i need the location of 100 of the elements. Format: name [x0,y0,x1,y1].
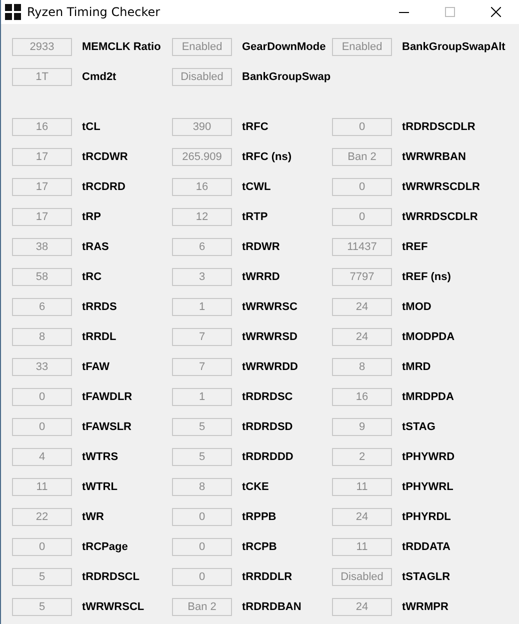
timing-label: tRP [82,211,101,223]
setting-label: Cmd2t [82,71,116,83]
close-icon [491,7,501,17]
value-field[interactable]: 58 [12,268,72,286]
value-field[interactable]: 8 [172,478,232,496]
value-field[interactable]: 7797 [332,268,392,286]
value-field[interactable]: 0 [12,538,72,556]
value-field[interactable]: 9 [332,418,392,436]
value-field[interactable]: 22 [12,508,72,526]
value-field[interactable]: 0 [332,208,392,226]
timing-label: tREF [402,241,428,253]
window-title: Ryzen Timing Checker [27,5,160,19]
value-field[interactable]: 11 [332,478,392,496]
timing-label: tWRWRSCL [82,601,144,613]
timing-label: tWR [82,511,104,523]
value-field[interactable]: 5 [12,568,72,586]
timing-label: tCL [82,121,100,133]
timing-label: tWRMPR [402,601,448,613]
value-field[interactable]: 265.909 [172,148,232,166]
value-field[interactable]: 5 [12,598,72,616]
timing-label: tRDRDDD [242,451,294,463]
timing-label: tPHYWRD [402,451,455,463]
timing-label: tRPPB [242,511,276,523]
timing-label: tWRWRSCDLR [402,181,480,193]
timing-label: tRC [82,271,102,283]
value-field[interactable]: 5 [172,448,232,466]
timing-label: tRFC (ns) [242,151,292,163]
value-field[interactable]: 1 [172,388,232,406]
setting-label: BankGroupSwapAlt [402,41,506,53]
value-field[interactable]: 17 [12,208,72,226]
value-field[interactable]: 1 [172,298,232,316]
value-field[interactable]: 6 [172,238,232,256]
timing-label: tREF (ns) [402,271,451,283]
value-field[interactable]: 0 [172,538,232,556]
maximize-icon [445,7,455,17]
timing-label: tPHYWRL [402,481,454,493]
value-field[interactable]: 24 [332,508,392,526]
value-field[interactable]: 0 [172,568,232,586]
timing-label: tRDRDSD [242,421,293,433]
value-field[interactable]: 33 [12,358,72,376]
timing-label: tRRDDLR [242,571,292,583]
setting-label: MEMCLK Ratio [82,41,161,53]
timing-label: tFAW [82,361,110,373]
value-field[interactable]: Enabled [172,38,232,56]
value-field[interactable]: 0 [332,118,392,136]
value-field[interactable]: 16 [172,178,232,196]
value-field[interactable]: 16 [332,388,392,406]
timing-label: tWRRDSCDLR [402,211,478,223]
timing-label: tRDRDSCL [82,571,140,583]
value-field[interactable]: 8 [12,328,72,346]
value-field[interactable]: 4 [12,448,72,466]
value-field[interactable]: 12 [172,208,232,226]
timing-label: tRDRDBAN [242,601,302,613]
value-field[interactable]: Disabled [332,568,392,586]
value-field[interactable]: 24 [332,298,392,316]
timing-label: tMRD [402,361,431,373]
value-field[interactable]: Disabled [172,68,232,86]
value-field[interactable]: 0 [12,388,72,406]
value-field[interactable]: 2 [332,448,392,466]
timing-label: tWRWRDD [242,361,298,373]
value-field[interactable]: 390 [172,118,232,136]
value-field[interactable]: 0 [332,178,392,196]
timing-label: tRCPB [242,541,277,553]
value-field[interactable]: 2933 [12,38,72,56]
value-field[interactable]: Enabled [332,38,392,56]
value-field[interactable]: 11437 [332,238,392,256]
timing-label: tRTP [242,211,268,223]
timing-label: tRFC [242,121,268,133]
value-field[interactable]: 17 [12,148,72,166]
setting-label: BankGroupSwap [242,71,331,83]
timing-label: tWRRD [242,271,280,283]
value-field[interactable]: Ban 2 [172,598,232,616]
value-field[interactable]: 24 [332,598,392,616]
setting-label: GearDownMode [242,41,326,53]
value-field[interactable]: 11 [12,478,72,496]
timing-label: tSTAG [402,421,436,433]
timing-label: tCWL [242,181,271,193]
timing-label: tWTRS [82,451,118,463]
value-field[interactable]: 0 [172,508,232,526]
value-field[interactable]: Ban 2 [332,148,392,166]
app-icon [5,4,21,20]
timing-label: tRAS [82,241,109,253]
timing-label: tCKE [242,481,269,493]
value-field[interactable]: 7 [172,358,232,376]
value-field[interactable]: 16 [12,118,72,136]
timing-label: tWRWRSD [242,331,298,343]
value-field[interactable]: 24 [332,328,392,346]
value-field[interactable]: 38 [12,238,72,256]
timing-label: tRCDRD [82,181,126,193]
value-field[interactable]: 0 [12,418,72,436]
value-field[interactable]: 7 [172,328,232,346]
value-field[interactable]: 17 [12,178,72,196]
value-field[interactable]: 3 [172,268,232,286]
value-field[interactable]: 11 [332,538,392,556]
value-field[interactable]: 8 [332,358,392,376]
value-field[interactable]: 5 [172,418,232,436]
value-field[interactable]: 1T [12,68,72,86]
value-field[interactable]: 6 [12,298,72,316]
timing-label: tSTAGLR [402,571,450,583]
timing-label: tMRDPDA [402,391,454,403]
